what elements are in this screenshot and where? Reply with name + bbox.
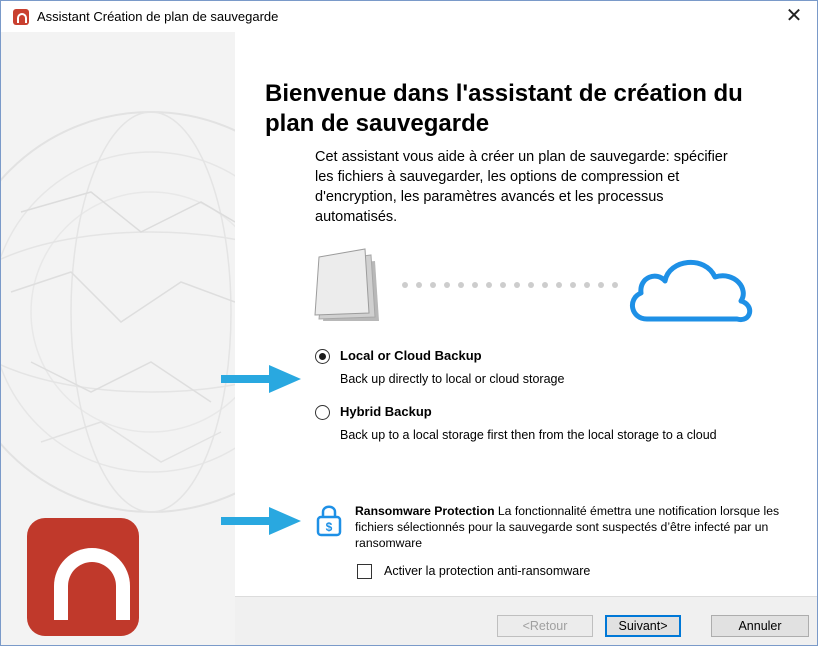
option-title: Hybrid Backup bbox=[340, 404, 432, 419]
hybrid-backup-radio[interactable] bbox=[315, 405, 330, 420]
close-button[interactable]: ✕ bbox=[771, 1, 817, 32]
documents-icon bbox=[314, 248, 379, 321]
backup-illustration bbox=[314, 248, 753, 323]
ransomware-title: Ransomware Protection bbox=[355, 504, 495, 518]
intro-text: Cet assistant vous aide à créer un plan … bbox=[315, 149, 728, 225]
brand-logo bbox=[27, 518, 139, 636]
connection-dots bbox=[402, 282, 618, 288]
app-logo-icon bbox=[13, 9, 29, 25]
cloud-icon bbox=[630, 260, 753, 323]
title-bar: Assistant Création de plan de sauvegarde… bbox=[1, 1, 817, 32]
lock-dollar-icon: $ bbox=[316, 505, 342, 537]
option-title: Local or Cloud Backup bbox=[340, 348, 482, 363]
option-description: Back up directly to local or cloud stora… bbox=[340, 372, 565, 386]
cancel-button[interactable]: Annuler bbox=[711, 615, 809, 637]
local-cloud-backup-radio[interactable] bbox=[315, 349, 330, 364]
option-description: Back up to a local storage first then fr… bbox=[340, 428, 717, 442]
next-button[interactable]: Suivant> bbox=[605, 615, 681, 637]
svg-text:$: $ bbox=[326, 520, 333, 534]
side-banner bbox=[1, 32, 235, 645]
pointer-arrow-icon bbox=[221, 507, 301, 535]
back-button[interactable]: <Retour bbox=[497, 615, 593, 637]
wizard-footer: <Retour Suivant> Annuler bbox=[235, 596, 817, 645]
pointer-arrow-icon bbox=[221, 365, 301, 393]
wizard-window: Assistant Création de plan de sauvegarde… bbox=[0, 0, 818, 646]
anti-ransomware-label[interactable]: Activer la protection anti-ransomware bbox=[384, 564, 590, 578]
window-title: Assistant Création de plan de sauvegarde bbox=[37, 9, 279, 24]
ransomware-description: Ransomware Protection La fonctionnalité … bbox=[355, 503, 815, 551]
page-title: Bienvenue dans l'assistant de création d… bbox=[265, 80, 743, 137]
anti-ransomware-checkbox[interactable] bbox=[357, 564, 372, 579]
